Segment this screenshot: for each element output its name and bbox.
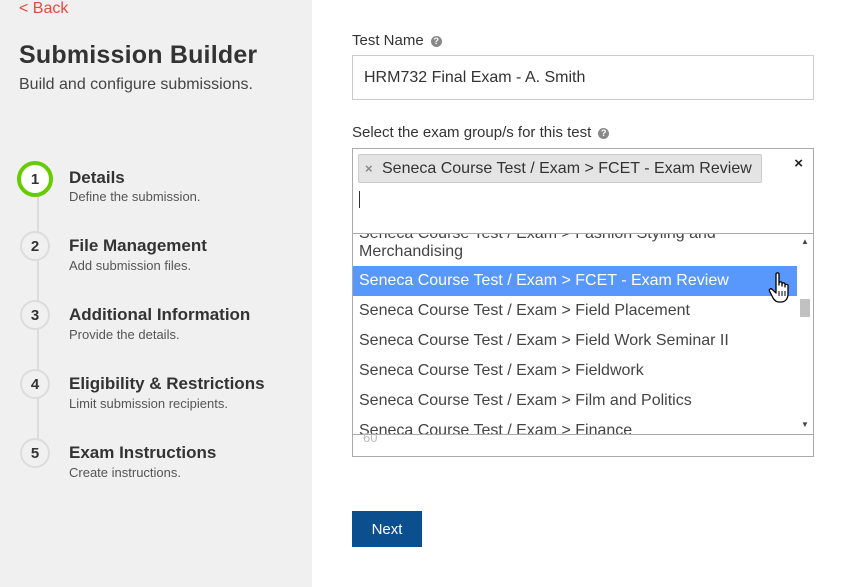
dropdown-option[interactable]: Seneca Course Test / Exam > Fieldwork [353,362,797,380]
dropdown-option-highlighted[interactable]: Seneca Course Test / Exam > FCET - Exam … [353,266,797,296]
dropdown-option[interactable]: Seneca Course Test / Exam > Fashion Styl… [353,234,797,261]
step-description: Add submission files. [69,258,192,273]
exam-group-multiselect[interactable]: × Seneca Course Test / Exam > FCET - Exa… [352,148,814,234]
dropdown-divider [353,434,813,435]
step-title: Exam Instructions [69,443,217,462]
step-title: Eligibility & Restrictions [69,374,265,393]
step-title: Additional Information [69,305,251,324]
sidebar-subtitle: Build and configure submissions. [19,76,253,93]
clear-selection-icon[interactable]: × [794,155,803,172]
dropdown-option[interactable]: Seneca Course Test / Exam > Field Work S… [353,332,797,350]
hand-cursor-icon [768,272,789,303]
step-title: File Management [69,236,207,255]
step-number: 3 [20,300,50,330]
test-name-input[interactable] [352,55,814,100]
sidebar: < Back Submission Builder Build and conf… [0,0,312,587]
step-number: 1 [17,161,53,197]
step-title: Details [69,168,125,187]
step-description: Create instructions. [69,465,181,480]
dropdown-option[interactable]: Seneca Course Test / Exam > Film and Pol… [353,392,797,410]
step-number: 2 [20,231,50,261]
step-description: Define the submission. [69,189,201,204]
text-caret [359,191,360,208]
back-link[interactable]: < Back [19,0,68,18]
scroll-down-icon[interactable]: ▼ [801,420,809,429]
step-description: Limit submission recipients. [69,396,228,411]
dropdown-option[interactable]: Seneca Course Test / Exam > Finance [353,422,797,434]
test-name-label: Test Name? [352,32,442,49]
dropdown-option[interactable]: Seneca Course Test / Exam > Field Placem… [353,302,797,320]
scrollbar-thumb[interactable] [800,299,810,317]
chip-remove-icon[interactable]: × [365,155,373,182]
next-button[interactable]: Next [352,511,422,547]
help-icon[interactable]: ? [430,36,442,47]
test-name-label-text: Test Name [352,32,424,49]
faded-counter: 60 [363,430,378,445]
chip-label: Seneca Course Test / Exam > FCET - Exam … [382,160,752,177]
step-description: Provide the details. [69,327,180,342]
exam-group-dropdown[interactable]: Seneca Course Test / Exam > Fashion Styl… [352,233,814,457]
exam-groups-label-text: Select the exam group/s for this test [352,124,592,141]
step-number: 4 [20,369,50,399]
exam-groups-label: Select the exam group/s for this test? [352,124,610,141]
sidebar-title: Submission Builder [19,41,258,69]
dropdown-scrollbar[interactable]: ▲ ▼ [797,234,813,434]
help-icon[interactable]: ? [598,128,610,139]
dropdown-options-list[interactable]: Seneca Course Test / Exam > Fashion Styl… [353,234,797,434]
scroll-up-icon[interactable]: ▲ [801,237,809,246]
step-number: 5 [20,438,50,468]
selected-group-chip: × Seneca Course Test / Exam > FCET - Exa… [358,154,762,183]
